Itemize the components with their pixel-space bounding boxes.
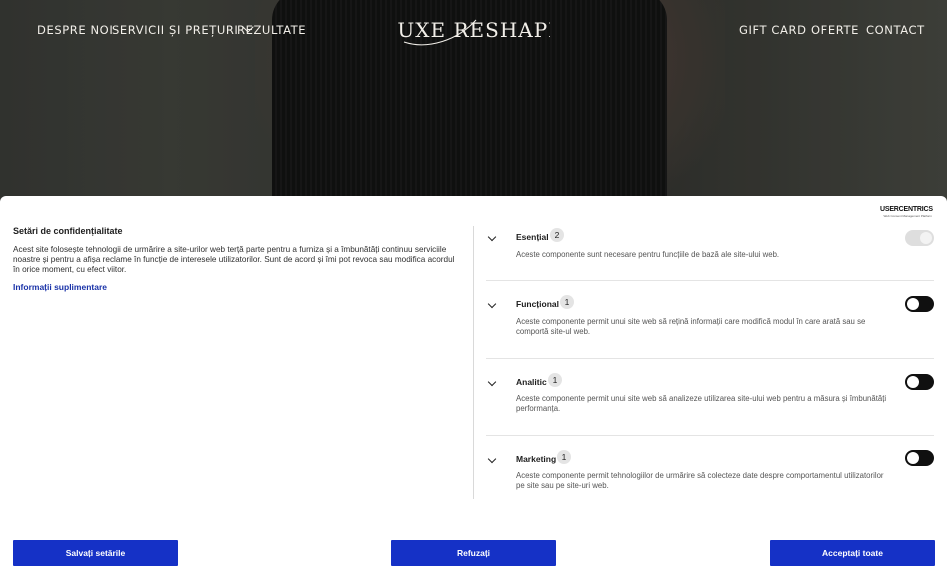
logo-text: LUXE RESHAPE xyxy=(398,18,550,42)
toggle-functional[interactable] xyxy=(905,296,934,312)
chevron-down-icon[interactable] xyxy=(487,454,497,464)
category-description: Aceste componente permit unui site web s… xyxy=(516,317,866,336)
save-settings-button[interactable]: Salvați setările xyxy=(13,540,178,566)
consent-dialog: USERCENTRICS Web Consent Management Plat… xyxy=(0,196,947,579)
category-description: Aceste componente sunt necesare pentru f… xyxy=(516,250,780,259)
category-separator xyxy=(486,358,934,359)
category-title[interactable]: Esențial xyxy=(516,232,549,242)
logo-wordmark: LUXE RESHAPE xyxy=(384,18,563,46)
more-info-link[interactable]: Informații suplimentare xyxy=(13,282,107,292)
usercentrics-brand: USERCENTRICS Web Consent Management Plat… xyxy=(880,206,933,218)
category-count-badge: 1 xyxy=(557,450,571,464)
nav-oferte[interactable]: OFERTE xyxy=(811,23,859,37)
chevron-down-icon[interactable] xyxy=(487,232,497,242)
consent-intro: Setări de confidențialitate Acest site f… xyxy=(13,226,463,295)
nav-servicii-label: SERVICII ȘI PREȚURI xyxy=(112,23,239,37)
category-separator xyxy=(486,435,934,436)
category-title[interactable]: Funcțional xyxy=(516,299,559,309)
category-separator xyxy=(486,280,934,281)
accept-all-button[interactable]: Acceptați toate xyxy=(770,540,935,566)
toggle-marketing[interactable] xyxy=(905,450,934,466)
category-description: Aceste componente permit tehnologiilor d… xyxy=(516,471,884,490)
consent-title: Setări de confidențialitate xyxy=(13,226,123,236)
category-title[interactable]: Analitic xyxy=(516,377,547,387)
toggle-knob xyxy=(907,298,919,310)
toggle-knob xyxy=(907,452,919,464)
category-count-badge: 1 xyxy=(548,373,562,387)
refuse-button[interactable]: Refuzați xyxy=(391,540,556,566)
category-count-badge: 2 xyxy=(550,228,564,242)
site-logo[interactable]: LUXE RESHAPE xyxy=(384,12,563,48)
toggle-knob xyxy=(920,232,932,244)
toggle-esential xyxy=(905,230,934,246)
column-divider xyxy=(473,226,474,499)
chevron-down-icon[interactable] xyxy=(487,299,497,309)
brand-subtitle: Web Consent Management Platform xyxy=(883,214,932,218)
toggle-knob xyxy=(907,376,919,388)
nav-contact[interactable]: CONTACT xyxy=(866,23,925,37)
toggle-analitic[interactable] xyxy=(905,374,934,390)
category-title[interactable]: Marketing xyxy=(516,454,556,464)
chevron-down-icon[interactable] xyxy=(487,377,497,387)
main-navigation: DESPRE NOI SERVICII ȘI PREȚURI REZULTATE… xyxy=(0,0,947,60)
nav-despre-noi[interactable]: DESPRE NOI xyxy=(37,23,113,37)
category-description: Aceste componente permit unui site web s… xyxy=(516,394,887,413)
nav-servicii-preturi[interactable]: SERVICII ȘI PREȚURI xyxy=(112,21,255,37)
consent-description: Acest site folosește tehnologii de urmăr… xyxy=(13,245,455,274)
category-count-badge: 1 xyxy=(560,295,574,309)
nav-gift-card[interactable]: GIFT CARD xyxy=(739,23,807,37)
nav-rezultate[interactable]: REZULTATE xyxy=(237,23,306,37)
brand-name: USERCENTRICS xyxy=(880,206,933,213)
